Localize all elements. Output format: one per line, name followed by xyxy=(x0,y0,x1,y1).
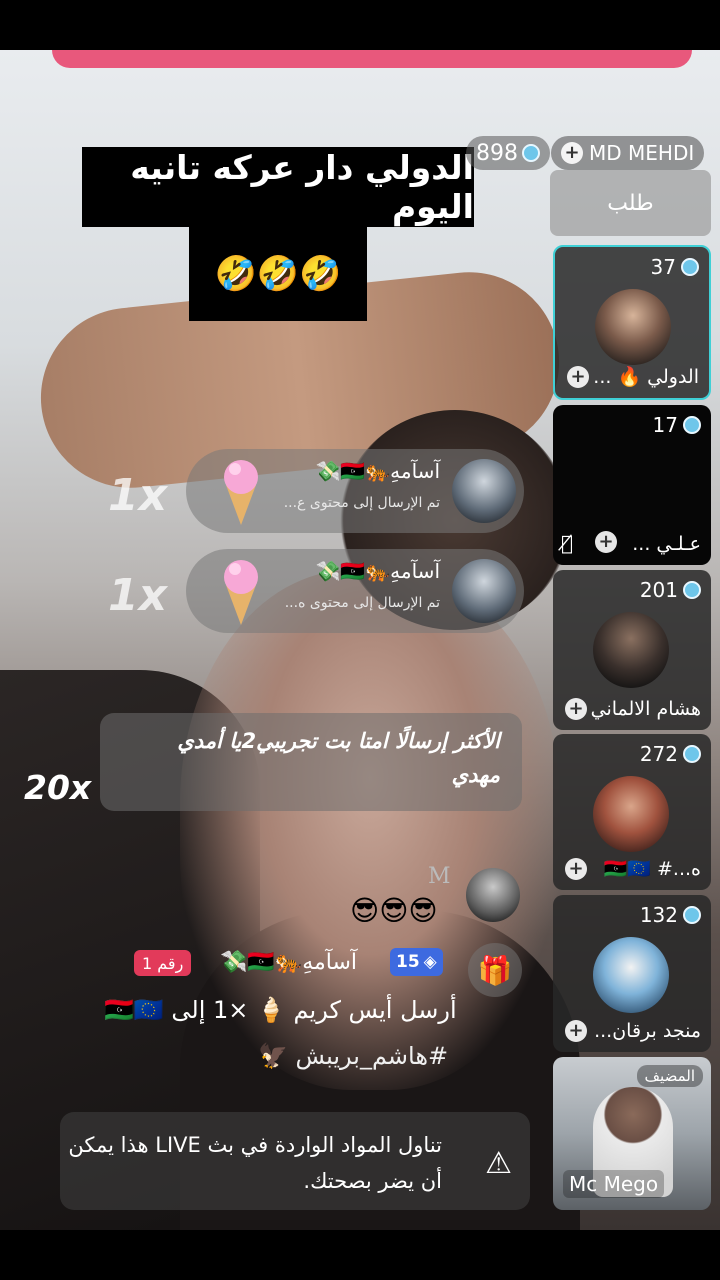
avatar xyxy=(452,559,516,623)
ice-cream-icon xyxy=(224,560,258,625)
gift-notification-1: آسآمهِ🐅🇱🇾💸 تم الإرسال إلى محتوى ع... xyxy=(186,449,524,533)
guest-tile-5[interactable]: 132 + منجد برقان... xyxy=(553,895,711,1052)
host-label: المضيف xyxy=(636,1065,703,1087)
guest-name: هشام الالماني xyxy=(590,698,701,720)
banner-multiplier: 20x xyxy=(24,768,92,807)
diamond-icon xyxy=(522,144,540,162)
plus-icon[interactable]: + xyxy=(567,366,589,388)
host-tile[interactable]: المضيف Mc Mego xyxy=(553,1057,711,1210)
rank-label: رقم 1 xyxy=(142,953,184,973)
level-value: 15 xyxy=(396,952,420,972)
guest-tile-4[interactable]: 272 + ه...# 🇱🇾🇪🇺 xyxy=(553,734,711,890)
plus-icon[interactable]: + xyxy=(565,1020,587,1042)
chat-hashtag: #هاشم_بريبش 🦅 xyxy=(258,1042,449,1070)
status-bar-top xyxy=(0,0,720,50)
avatar[interactable] xyxy=(466,868,520,922)
top-sender-banner: الأكثر إرسالًا امتا بت تجريبي2يا أمدي مه… xyxy=(100,713,522,811)
avatar xyxy=(595,289,671,365)
guest-tile-1[interactable]: 37 + الدولي 🔥 ... xyxy=(553,245,711,400)
warning-text: تناول المواد الواردة في بث LIVE هذا يمكن… xyxy=(68,1133,442,1193)
mic-off-icon: 🎙̸ xyxy=(561,531,574,555)
plus-icon[interactable]: + xyxy=(561,142,583,164)
avatar xyxy=(593,776,669,852)
diamond-icon xyxy=(683,906,701,924)
gift-icon[interactable]: 🎁 xyxy=(468,943,522,997)
host-tile-name: Mc Mego xyxy=(563,1170,665,1198)
guest-name: عـلـي ... xyxy=(632,533,701,555)
pinned-banner[interactable] xyxy=(52,50,692,68)
avatar xyxy=(593,612,669,688)
guest-score: 272 xyxy=(640,742,701,766)
warning-icon: ⚠ xyxy=(485,1146,512,1181)
gift-sender: آسآمهِ🐅🇱🇾💸 xyxy=(315,459,440,483)
gift-sender: آسآمهِ🐅🇱🇾💸 xyxy=(315,559,440,583)
chat-emoji-message: 😎😎😎 xyxy=(350,894,438,927)
viewer-count[interactable]: 898 xyxy=(466,136,550,170)
level-badge: 15 ◈ xyxy=(390,948,443,976)
request-button[interactable]: طلب xyxy=(550,170,711,236)
plus-icon[interactable]: + xyxy=(595,531,617,553)
plus-icon[interactable]: + xyxy=(565,698,587,720)
chat-initial: M xyxy=(428,864,451,889)
diamond-icon xyxy=(683,745,701,763)
diamond-icon: ◈ xyxy=(423,952,437,972)
guest-score-value: 37 xyxy=(650,255,676,279)
caption-line1: الدولي دار عركه تانيه اليوم xyxy=(82,147,474,227)
status-bar-bottom xyxy=(0,1230,720,1280)
guest-score-value: 17 xyxy=(652,413,678,437)
gift-notification-2: آسآمهِ🐅🇱🇾💸 تم الإرسال إلى محتوى ه... xyxy=(186,549,524,633)
host-follow-pill[interactable]: + MD MEHDI xyxy=(551,136,705,170)
host-name: MD MEHDI xyxy=(589,141,695,165)
avatar xyxy=(452,459,516,523)
diamond-icon xyxy=(683,581,701,599)
guest-score: 17 xyxy=(653,413,701,437)
gift-desc: تم الإرسال إلى محتوى ه... xyxy=(284,595,440,611)
diamond-icon xyxy=(681,258,699,276)
viewer-count-value: 898 xyxy=(476,140,518,166)
plus-icon[interactable]: + xyxy=(565,858,587,880)
guest-name: الدولي 🔥 ... xyxy=(593,366,699,388)
chat-gift-message: أرسل أيس كريم 🍦 ×1 إلى 🇱🇾🇪🇺 xyxy=(104,996,457,1024)
guest-score: 201 xyxy=(640,578,701,602)
guest-score-value: 201 xyxy=(639,578,678,602)
health-warning: تناول المواد الواردة في بث LIVE هذا يمكن… xyxy=(60,1112,530,1210)
gift-desc: تم الإرسال إلى محتوى ع... xyxy=(283,495,440,511)
guest-score: 132 xyxy=(640,903,701,927)
ice-cream-icon xyxy=(224,460,258,525)
guest-name: منجد برقان... xyxy=(594,1020,701,1042)
guest-score: 37 xyxy=(651,255,699,279)
caption-line2: 🤣🤣🤣 xyxy=(189,226,367,321)
diamond-icon xyxy=(683,416,701,434)
gift-multiplier: 1x xyxy=(108,470,167,521)
chat-username[interactable]: آسآمهِ🐅🇱🇾💸 xyxy=(220,950,357,975)
guest-name: ه...# 🇱🇾🇪🇺 xyxy=(603,858,701,880)
avatar xyxy=(593,937,669,1013)
gift-multiplier: 1x xyxy=(108,570,167,621)
guest-tile-2[interactable]: 17 🎙̸ + عـلـي ... xyxy=(553,405,711,565)
guest-tile-3[interactable]: 201 + هشام الالماني xyxy=(553,570,711,730)
rank-badge: رقم 1 xyxy=(134,950,192,976)
guest-score-value: 132 xyxy=(639,903,678,927)
guest-score-value: 272 xyxy=(639,742,678,766)
